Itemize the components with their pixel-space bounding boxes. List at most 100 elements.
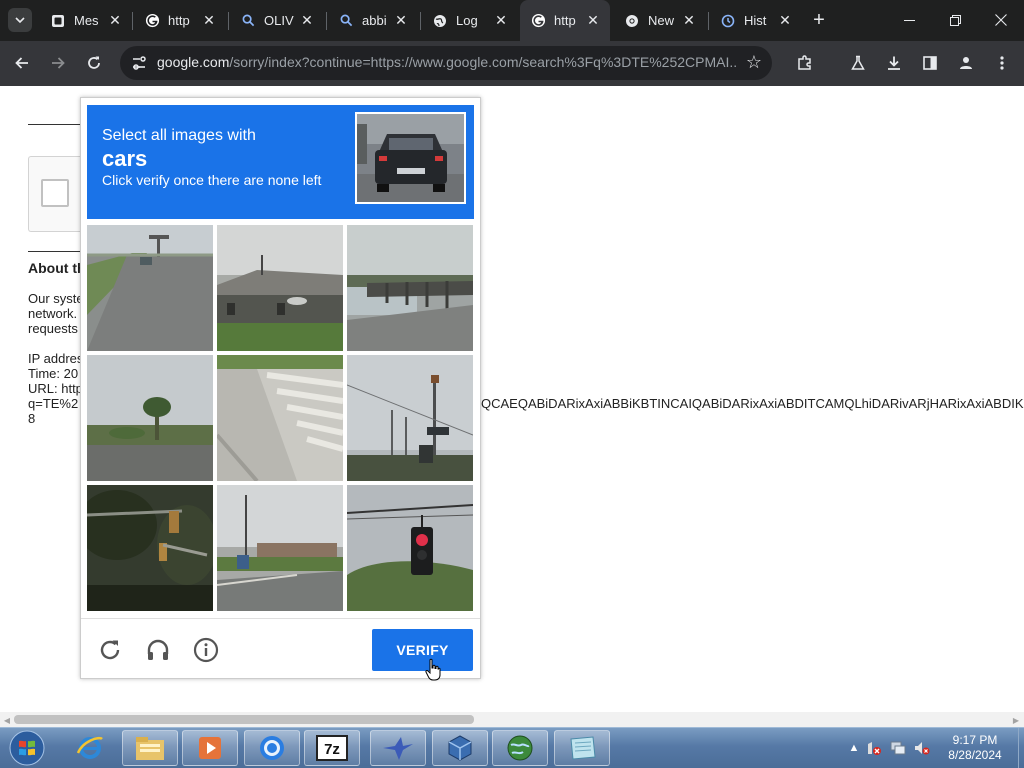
bridge-image bbox=[347, 225, 473, 351]
taskbar-app-bird[interactable] bbox=[370, 730, 426, 766]
horizontal-scrollbar[interactable]: ◀ ▶ bbox=[0, 712, 1024, 727]
tab-new[interactable]: New ✕ bbox=[614, 0, 706, 41]
building-image bbox=[217, 225, 343, 351]
chevron-down-icon bbox=[15, 17, 25, 24]
info-icon bbox=[193, 637, 219, 663]
taskbar-7zip[interactable]: 7z bbox=[304, 730, 360, 766]
image-tile[interactable] bbox=[217, 355, 343, 481]
bird-app-icon bbox=[383, 737, 413, 760]
body-text: network. bbox=[28, 306, 78, 321]
taskbar-media-player[interactable] bbox=[182, 730, 238, 766]
crosswalk-image bbox=[217, 355, 343, 481]
chrome-icon bbox=[260, 736, 284, 760]
person-icon bbox=[960, 57, 972, 69]
bookmark-star-icon[interactable]: ☆ bbox=[744, 52, 764, 72]
extensions-button[interactable] bbox=[792, 50, 818, 76]
tab-google-active[interactable]: http ✕ bbox=[520, 0, 610, 41]
start-button[interactable] bbox=[4, 729, 50, 767]
image-tile[interactable] bbox=[87, 485, 213, 611]
volume-muted-icon[interactable] bbox=[914, 740, 930, 756]
downloads-button[interactable] bbox=[881, 50, 907, 76]
address-bar[interactable]: google.com/sorry/index?continue=https://… bbox=[120, 46, 772, 80]
verify-button[interactable]: VERIFY bbox=[372, 629, 473, 671]
back-button[interactable] bbox=[9, 50, 35, 76]
road-with-car-image bbox=[87, 225, 213, 351]
image-tile[interactable] bbox=[347, 355, 473, 481]
taskbar-internet-explorer[interactable] bbox=[62, 730, 118, 766]
recaptcha-checkbox[interactable] bbox=[41, 179, 69, 207]
menu-button[interactable] bbox=[989, 50, 1015, 76]
tab-title: Mes bbox=[74, 13, 99, 28]
history-icon bbox=[720, 13, 736, 29]
tab-search-oliv[interactable]: OLIV ✕ bbox=[230, 0, 324, 41]
tab-divider bbox=[420, 12, 421, 30]
side-panel-button[interactable] bbox=[917, 50, 943, 76]
windows-orb-icon bbox=[9, 730, 45, 766]
long-url-param: QCAEQABiDARixAxiABBiKBTINCAIQABiDARixAxi… bbox=[481, 396, 1024, 411]
audio-challenge-button[interactable] bbox=[143, 635, 173, 665]
labs-button[interactable] bbox=[845, 50, 871, 76]
scroll-left-icon[interactable]: ◀ bbox=[2, 715, 12, 725]
new-tab-button[interactable]: + bbox=[808, 9, 830, 31]
taskbar-virtualbox[interactable] bbox=[432, 730, 488, 766]
tab-search-button[interactable] bbox=[8, 8, 32, 32]
image-tile[interactable] bbox=[347, 485, 473, 611]
globe-icon bbox=[432, 13, 448, 29]
tab-divider bbox=[132, 12, 133, 30]
image-tile[interactable] bbox=[217, 225, 343, 351]
help-button[interactable] bbox=[191, 635, 221, 665]
close-icon[interactable]: ✕ bbox=[298, 12, 316, 30]
tab-google-1[interactable]: http ✕ bbox=[134, 0, 226, 41]
globe-icon bbox=[507, 735, 533, 761]
show-desktop-button[interactable] bbox=[1018, 728, 1024, 768]
site-info-icon[interactable] bbox=[130, 54, 148, 72]
action-center-icon[interactable] bbox=[866, 740, 882, 756]
recaptcha-anchor[interactable] bbox=[28, 156, 88, 232]
network-icon[interactable] bbox=[890, 740, 906, 756]
profile-button[interactable] bbox=[953, 50, 979, 76]
tab-title: Log bbox=[456, 13, 478, 28]
taskbar-file-explorer[interactable] bbox=[122, 730, 178, 766]
tab-messages[interactable]: Mes ✕ bbox=[40, 0, 132, 41]
image-tile[interactable] bbox=[87, 225, 213, 351]
reload-challenge-button[interactable] bbox=[95, 635, 125, 665]
ip-label: IP addres bbox=[28, 351, 84, 366]
image-tile[interactable] bbox=[217, 485, 343, 611]
image-tile[interactable] bbox=[347, 225, 473, 351]
tab-login[interactable]: Log ✕ bbox=[422, 0, 518, 41]
scrollbar-thumb[interactable] bbox=[14, 715, 474, 724]
image-tile[interactable] bbox=[87, 355, 213, 481]
media-player-icon bbox=[199, 737, 221, 759]
body-text: Our syste bbox=[28, 291, 84, 306]
side-panel-icon bbox=[923, 56, 937, 70]
taskbar-notepad[interactable] bbox=[554, 730, 610, 766]
forward-button[interactable] bbox=[45, 50, 71, 76]
close-icon[interactable]: ✕ bbox=[776, 12, 794, 30]
traffic-light-image bbox=[347, 485, 473, 611]
restore-button[interactable] bbox=[932, 0, 978, 40]
time-label: Time: 20 bbox=[28, 366, 79, 381]
close-icon[interactable]: ✕ bbox=[106, 12, 124, 30]
close-icon[interactable]: ✕ bbox=[200, 12, 218, 30]
close-icon[interactable]: ✕ bbox=[584, 12, 602, 30]
minimize-button[interactable] bbox=[886, 0, 932, 40]
close-window-button[interactable] bbox=[978, 0, 1024, 40]
close-icon[interactable]: ✕ bbox=[492, 12, 510, 30]
browser-toolbar: google.com/sorry/index?continue=https://… bbox=[0, 41, 1024, 86]
close-icon[interactable]: ✕ bbox=[392, 12, 410, 30]
close-icon bbox=[995, 14, 1007, 26]
system-tray: ▲ 9:17 PM 8/28/2024 bbox=[840, 728, 1024, 768]
arrow-left-icon bbox=[15, 57, 28, 69]
taskbar-chrome[interactable] bbox=[244, 730, 300, 766]
tab-title: Hist bbox=[744, 13, 767, 28]
scroll-right-icon[interactable]: ▶ bbox=[1011, 715, 1021, 725]
reload-button[interactable] bbox=[81, 50, 107, 76]
close-icon[interactable]: ✕ bbox=[680, 12, 698, 30]
divider bbox=[28, 124, 88, 125]
show-hidden-icons-icon[interactable]: ▲ bbox=[846, 740, 862, 756]
taskbar-globe-app[interactable] bbox=[492, 730, 548, 766]
tab-history[interactable]: Hist ✕ bbox=[710, 0, 802, 41]
system-clock[interactable]: 9:17 PM 8/28/2024 bbox=[940, 733, 1010, 763]
tab-search-abbi[interactable]: abbi ✕ bbox=[328, 0, 418, 41]
internet-explorer-icon bbox=[76, 736, 103, 759]
